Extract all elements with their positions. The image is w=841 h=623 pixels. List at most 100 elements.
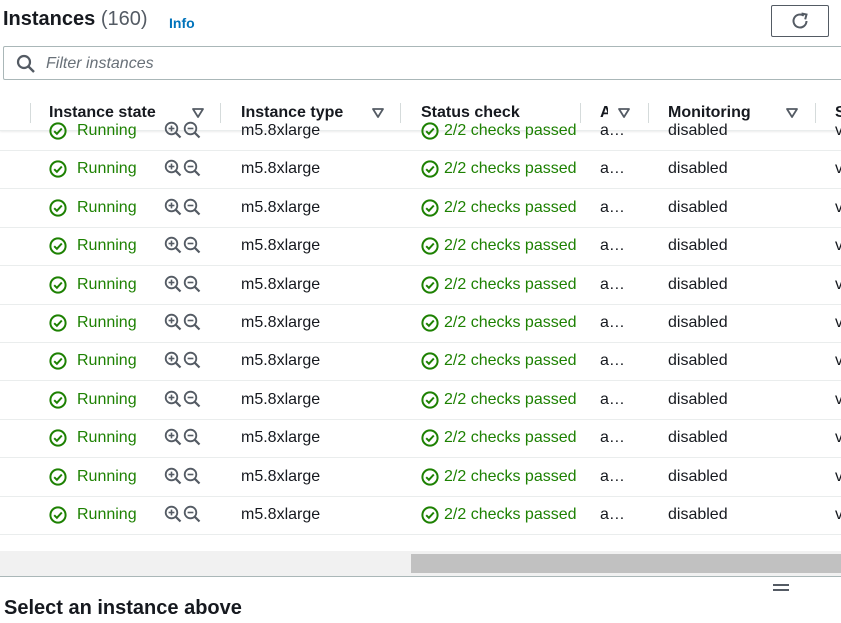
zoom-in-icon[interactable] [164,390,182,408]
zoom-in-icon[interactable] [164,121,182,139]
zoom-out-icon[interactable] [183,351,201,369]
security-cell: v [835,237,841,254]
instance-state-label: Running [77,199,137,216]
check-circle-icon [49,122,67,140]
status-check-cell: 2/2 checks passed [421,227,581,265]
table-row[interactable]: Running m5.8xlarge 2/2 checks passed a… disa… [0,150,841,189]
instance-type-cell: m5.8xlarge [241,314,321,331]
monitoring-cell: disabled [668,429,728,446]
check-circle-icon [49,160,67,178]
zoom-out-icon[interactable] [183,198,201,216]
instance-state-cell: Running [49,112,137,150]
table-row[interactable]: Running m5.8xlarge 2/2 checks passed a… disa… [0,112,841,151]
refresh-icon [792,12,808,29]
zoom-out-icon[interactable] [183,390,201,408]
instance-type-cell: m5.8xlarge [241,276,321,293]
zoom-out-icon[interactable] [183,159,201,177]
check-circle-icon [49,237,67,255]
zoom-out-icon[interactable] [183,236,201,254]
check-circle-icon [421,122,439,140]
check-circle-icon [421,237,439,255]
refresh-button[interactable] [771,5,829,37]
zoom-in-icon[interactable] [164,428,182,446]
drag-handle-icon[interactable] [773,583,789,593]
zoom-controls [164,428,201,446]
status-check-cell: 2/2 checks passed [421,496,581,534]
zoom-in-icon[interactable] [164,351,182,369]
zoom-out-icon[interactable] [183,313,201,331]
page-title: Instances (160) [3,8,148,31]
security-cell: v [835,276,841,293]
table-row[interactable]: Running m5.8xlarge 2/2 checks passed a… disa… [0,496,841,535]
zoom-in-icon[interactable] [164,313,182,331]
check-circle-icon [421,352,439,370]
status-check-cell: 2/2 checks passed [421,381,581,419]
check-circle-icon [421,199,439,217]
zoom-out-icon[interactable] [183,121,201,139]
info-link[interactable]: Info [169,15,195,31]
monitoring-cell: disabled [668,237,728,254]
zoom-in-icon[interactable] [164,159,182,177]
zoom-out-icon[interactable] [183,275,201,293]
check-circle-icon [421,314,439,332]
status-check-label: 2/2 checks passed [444,160,577,177]
instance-state-label: Running [77,314,137,331]
instance-state-cell: Running [49,458,137,496]
instance-state-label: Running [77,160,137,177]
instance-state-cell: Running [49,227,137,265]
instance-state-label: Running [77,429,137,446]
status-check-label: 2/2 checks passed [444,429,577,446]
check-circle-icon [49,391,67,409]
instance-state-label: Running [77,276,137,293]
table-row[interactable]: Running m5.8xlarge 2/2 checks passed a… disa… [0,189,841,228]
alarm-status-cell: a… [600,160,625,177]
status-check-cell: 2/2 checks passed [421,342,581,380]
table-row[interactable]: Running m5.8xlarge 2/2 checks passed a… disa… [0,342,841,381]
instance-state-cell: Running [49,419,137,457]
zoom-in-icon[interactable] [164,236,182,254]
instance-type-cell: m5.8xlarge [241,468,321,485]
status-check-label: 2/2 checks passed [444,352,577,369]
monitoring-cell: disabled [668,352,728,369]
security-cell: v [835,199,841,216]
alarm-status-cell: a… [600,122,625,139]
table-row[interactable]: Running m5.8xlarge 2/2 checks passed a… disa… [0,419,841,458]
zoom-in-icon[interactable] [164,198,182,216]
monitoring-cell: disabled [668,276,728,293]
zoom-in-icon[interactable] [164,275,182,293]
filter-search-box[interactable] [3,46,841,80]
status-check-cell: 2/2 checks passed [421,458,581,496]
check-circle-icon [421,391,439,409]
filter-instances-input[interactable] [44,51,748,77]
zoom-controls [164,467,201,485]
check-circle-icon [49,429,67,447]
scrollbar-thumb[interactable] [411,554,841,573]
instance-type-cell: m5.8xlarge [241,122,321,139]
security-cell: v [835,314,841,331]
alarm-status-cell: a… [600,506,625,523]
table-row[interactable]: Running m5.8xlarge 2/2 checks passed a… disa… [0,304,841,343]
monitoring-cell: disabled [668,314,728,331]
status-check-label: 2/2 checks passed [444,122,577,139]
table-row[interactable]: Running m5.8xlarge 2/2 checks passed a… disa… [0,266,841,305]
table-row[interactable]: Running m5.8xlarge 2/2 checks passed a… disa… [0,227,841,266]
table-row[interactable]: Running m5.8xlarge 2/2 checks passed a… disa… [0,381,841,420]
instance-state-cell: Running [49,304,137,342]
status-check-cell: 2/2 checks passed [421,150,581,188]
instance-type-cell: m5.8xlarge [241,429,321,446]
instance-state-label: Running [77,122,137,139]
zoom-in-icon[interactable] [164,467,182,485]
horizontal-scrollbar[interactable] [0,551,841,576]
status-check-label: 2/2 checks passed [444,276,577,293]
table-row[interactable]: Running m5.8xlarge 2/2 checks passed a… disa… [0,458,841,497]
zoom-out-icon[interactable] [183,467,201,485]
instances-table: Instance state Instance type Status chec… [0,95,841,551]
zoom-in-icon[interactable] [164,505,182,523]
check-circle-icon [421,468,439,486]
check-circle-icon [49,276,67,294]
instance-state-label: Running [77,237,137,254]
monitoring-cell: disabled [668,506,728,523]
check-circle-icon [421,160,439,178]
zoom-out-icon[interactable] [183,505,201,523]
zoom-out-icon[interactable] [183,428,201,446]
